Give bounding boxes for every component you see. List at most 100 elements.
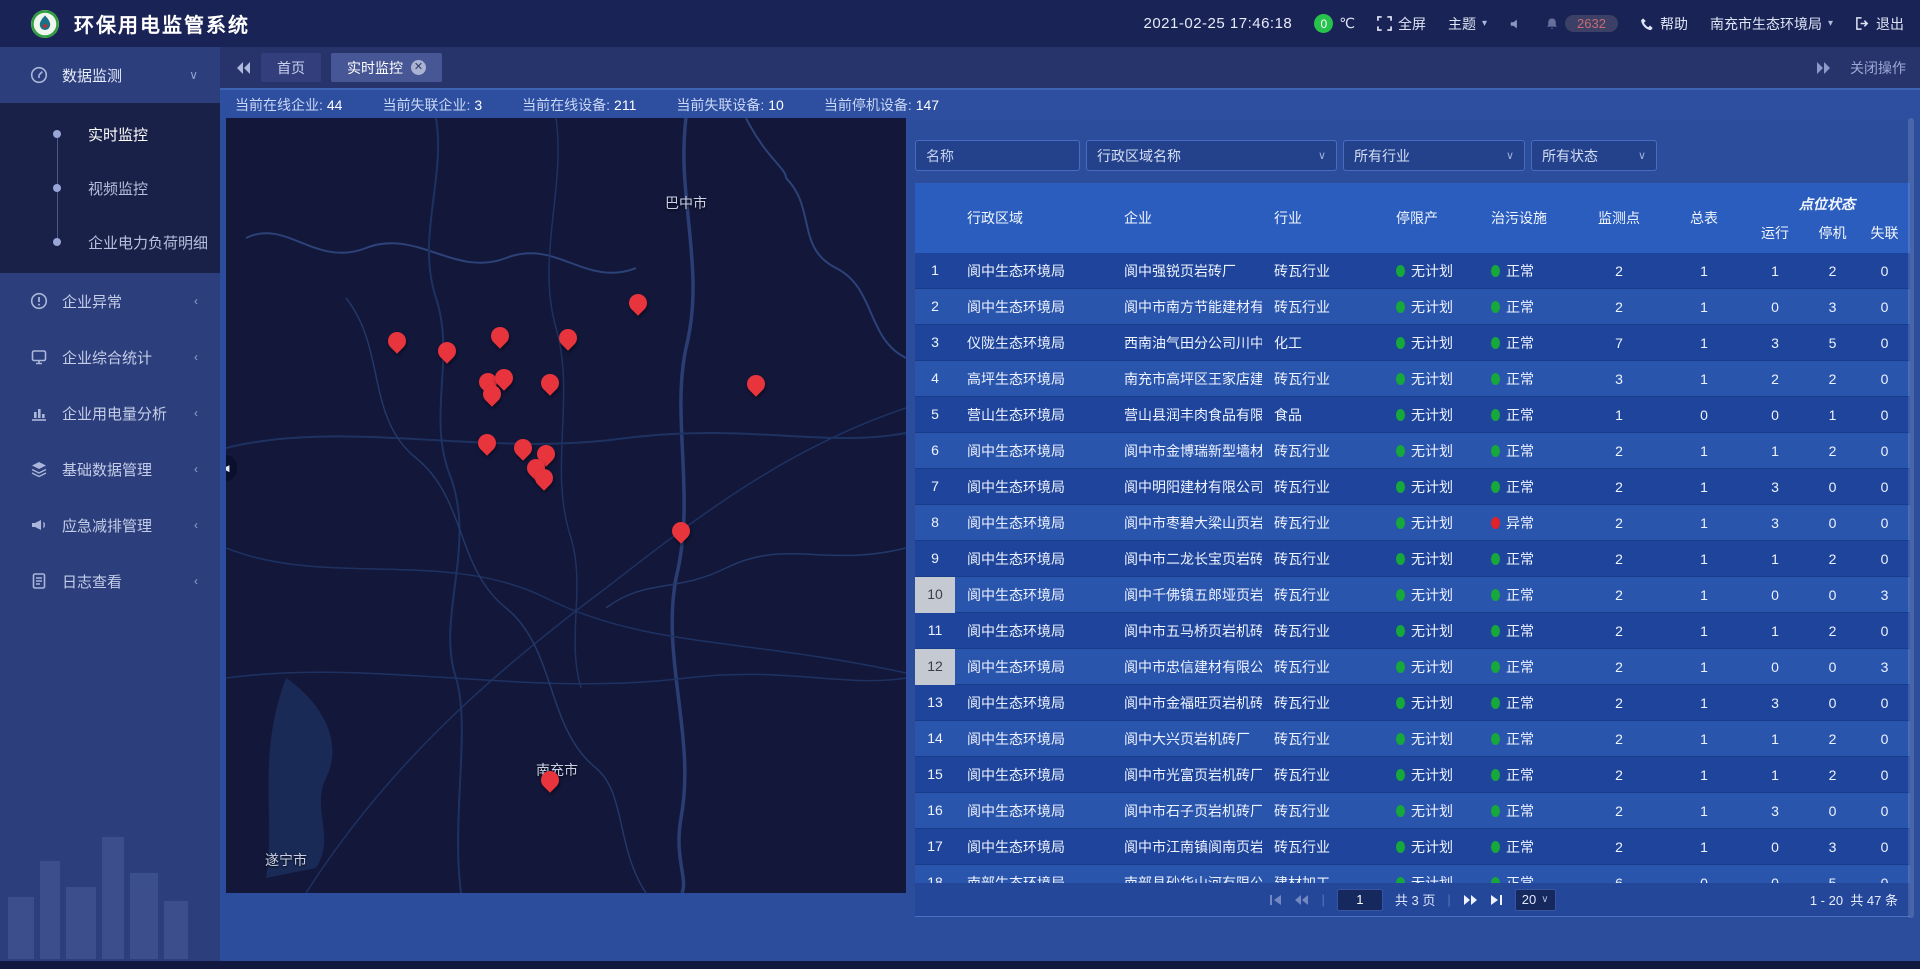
sidebar-item-power-analysis[interactable]: 企业用电量分析 ‹ [0, 385, 220, 441]
table-row[interactable]: 9 阆中生态环境局 阆中市二龙长宝页岩砖 砖瓦行业 无计划 正常 2 1 1 2… [915, 541, 1910, 577]
stat-lost-devices: 当前失联设备:10 [676, 95, 783, 115]
page-size-select[interactable]: 20∨ [1515, 889, 1556, 911]
chevron-left-icon: ‹ [194, 462, 198, 476]
col-region: 行政区域 [955, 183, 1112, 253]
tab-home[interactable]: 首页 [261, 53, 321, 82]
header-actions: 2021-02-25 17:46:18 0 ℃ 全屏 主题▾ 2632 帮助 [1143, 14, 1920, 34]
sidebar-subitem[interactable]: 实时监控 [0, 107, 220, 161]
table-row[interactable]: 14 阆中生态环境局 阆中大兴页岩机砖厂 砖瓦行业 无计划 正常 2 1 1 2… [915, 721, 1910, 757]
close-operations-button[interactable]: 关闭操作 [1850, 58, 1906, 78]
help-button[interactable]: 帮助 [1640, 14, 1688, 34]
col-stop: 停机 [1806, 223, 1859, 243]
next-page-button[interactable] [1463, 894, 1478, 906]
logout-icon [1855, 16, 1870, 31]
phone-icon [1640, 17, 1654, 31]
page-number-input[interactable] [1337, 889, 1383, 911]
total-pages-label: 共 3 页 [1395, 890, 1435, 909]
bullet-dot-icon [53, 130, 61, 138]
table-row[interactable]: 5 营山生态环境局 营山县润丰肉食品有限 食品 无计划 正常 1 0 0 1 0 [915, 397, 1910, 433]
table-row[interactable]: 2 阆中生态环境局 阆中市南方节能建材有 砖瓦行业 无计划 正常 2 1 0 3… [915, 289, 1910, 325]
mute-button[interactable] [1509, 17, 1523, 31]
double-chevron-left-icon [1294, 894, 1309, 906]
first-page-button[interactable] [1269, 894, 1282, 906]
notification-area[interactable]: 2632 [1545, 15, 1618, 32]
col-lost: 失联 [1859, 223, 1910, 243]
table-row[interactable]: 8 阆中生态环境局 阆中市枣碧大梁山页岩 砖瓦行业 无计划 异常 2 1 3 0… [915, 505, 1910, 541]
status-dot [1491, 337, 1500, 349]
stats-bar: 当前在线企业:44 当前失联企业:3 当前在线设备:211 当前失联设备:10 … [220, 88, 1920, 120]
sidebar-item-base-data[interactable]: 基础数据管理 ‹ [0, 441, 220, 497]
table-row[interactable]: 15 阆中生态环境局 阆中市光富页岩机砖厂 砖瓦行业 无计划 正常 2 1 1 … [915, 757, 1910, 793]
table-row[interactable]: 7 阆中生态环境局 阆中明阳建材有限公司 砖瓦行业 无计划 正常 2 1 3 0… [915, 469, 1910, 505]
filter-bar: 行政区域名称∨ 所有行业∨ 所有状态∨ [915, 140, 1657, 171]
megaphone-icon [30, 516, 48, 534]
status-select[interactable]: 所有状态∨ [1531, 140, 1657, 171]
sidebar-item-emergency[interactable]: 应急减排管理 ‹ [0, 497, 220, 553]
status-dot [1491, 769, 1500, 781]
sidebar-subitem[interactable]: 企业电力负荷明细 [0, 215, 220, 269]
chevron-down-icon: ∨ [1541, 894, 1548, 905]
region-select[interactable]: 行政区域名称∨ [1086, 140, 1337, 171]
status-dot [1396, 481, 1405, 493]
table-row[interactable]: 6 阆中生态环境局 阆中市金博瑞新型墙材 砖瓦行业 无计划 正常 2 1 1 2… [915, 433, 1910, 469]
name-search-input[interactable] [915, 140, 1080, 171]
status-dot [1396, 769, 1405, 781]
col-points: 监测点 [1574, 183, 1664, 253]
temperature-unit: ℃ [1339, 15, 1355, 32]
bar-chart-icon [30, 404, 48, 422]
table-row[interactable]: 4 高坪生态环境局 南充市高坪区王家店建 砖瓦行业 无计划 正常 3 1 2 2… [915, 361, 1910, 397]
status-dot [1491, 301, 1500, 313]
status-dot [1491, 265, 1500, 277]
scrollbar[interactable] [1908, 118, 1914, 918]
sidebar-subitem[interactable]: 视频监控 [0, 161, 220, 215]
chevron-down-icon: ▾ [1828, 18, 1833, 29]
table-row[interactable]: 13 阆中生态环境局 阆中市金福旺页岩机砖 砖瓦行业 无计划 正常 2 1 3 … [915, 685, 1910, 721]
brand: 环保用电监管系统 [0, 9, 250, 39]
fullscreen-icon [1377, 16, 1392, 31]
table-row[interactable]: 12 阆中生态环境局 阆中市忠信建材有限公 砖瓦行业 无计划 正常 2 1 0 … [915, 649, 1910, 685]
fullscreen-button[interactable]: 全屏 [1377, 14, 1426, 34]
table-row[interactable]: 18 南部生态环境局 南部县砂华山河有限公 建材加工 无计划 正常 6 0 0 … [915, 865, 1910, 883]
status-dot [1396, 589, 1405, 601]
tabs-scroll-left-button[interactable] [235, 61, 251, 75]
sidebar-item-enterprise-anomaly[interactable]: 企业异常 ‹ [0, 273, 220, 329]
sidebar-item-enterprise-stats[interactable]: 企业综合统计 ‹ [0, 329, 220, 385]
temperature-badge: 0 [1314, 14, 1333, 33]
table-row[interactable]: 1 阆中生态环境局 阆中强锐页岩砖厂 砖瓦行业 无计划 正常 2 1 1 2 0 [915, 253, 1910, 289]
industry-select[interactable]: 所有行业∨ [1343, 140, 1525, 171]
chevron-left-icon: ‹ [194, 574, 198, 588]
theme-button[interactable]: 主题▾ [1448, 14, 1487, 34]
chevron-down-icon: ∨ [1496, 149, 1514, 162]
status-dot [1396, 373, 1405, 385]
org-dropdown[interactable]: 南充市生态环境局▾ [1710, 14, 1833, 34]
tab-close-icon[interactable]: ✕ [411, 60, 426, 75]
sidebar-item-data-monitoring[interactable]: 数据监测 ∨ [0, 47, 220, 103]
chevron-down-icon: ∨ [189, 68, 198, 82]
map-panel[interactable]: 巴中市 南充市 遂宁市 [226, 118, 906, 893]
table-row[interactable]: 17 阆中生态环境局 阆中市江南镇阆南页岩 砖瓦行业 无计划 正常 2 1 0 … [915, 829, 1910, 865]
tab-bar-right: 关闭操作 [1816, 58, 1920, 78]
double-chevron-right-icon[interactable] [1816, 61, 1832, 75]
table-row[interactable]: 16 阆中生态环境局 阆中市石子页岩机砖厂 砖瓦行业 无计划 正常 2 1 3 … [915, 793, 1910, 829]
status-dot [1491, 589, 1500, 601]
prev-page-button[interactable] [1294, 894, 1309, 906]
app-logo-icon [30, 9, 60, 39]
skyline-decoration [0, 809, 220, 959]
pagination-range: 1 - 20 共 47 条 [1810, 890, 1898, 909]
status-dot [1491, 481, 1500, 493]
stat-online-devices: 当前在线设备:211 [522, 95, 636, 115]
chevron-left-icon: ‹ [194, 406, 198, 420]
logout-button[interactable]: 退出 [1855, 14, 1904, 34]
tab-realtime-monitor[interactable]: 实时监控 ✕ [331, 53, 442, 82]
status-dot [1396, 517, 1405, 529]
notification-count-badge: 2632 [1565, 15, 1618, 32]
table-row[interactable]: 11 阆中生态环境局 阆中市五马桥页岩机砖 砖瓦行业 无计划 正常 2 1 1 … [915, 613, 1910, 649]
sidebar-item-logs[interactable]: 日志查看 ‹ [0, 553, 220, 609]
table-row[interactable]: 3 仪陇生态环境局 西南油气田分公司川中 化工 无计划 正常 7 1 3 5 0 [915, 325, 1910, 361]
table-row[interactable]: 10 阆中生态环境局 阆中千佛镇五郎垭页岩 砖瓦行业 无计划 正常 2 1 0 … [915, 577, 1910, 613]
bullet-dot-icon [53, 238, 61, 246]
divider: | [1321, 892, 1324, 907]
chevron-down-icon: ∨ [1628, 149, 1646, 162]
temperature: 0 ℃ [1314, 14, 1355, 33]
last-page-button[interactable] [1490, 894, 1503, 906]
